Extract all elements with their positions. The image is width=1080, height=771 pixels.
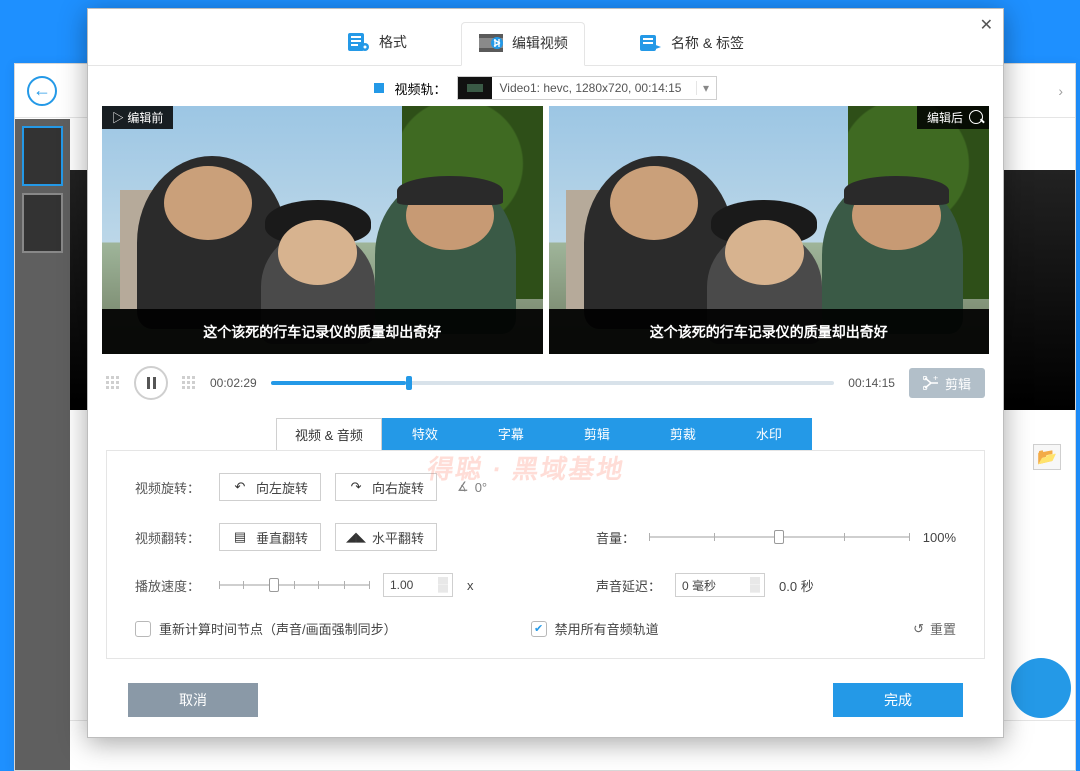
rotate-right-button[interactable]: ↷向右旋转 <box>335 473 437 501</box>
chevron-down-icon: ▾ <box>696 81 716 95</box>
volume-value: 100% <box>923 530 956 545</box>
checkbox-icon <box>531 621 547 637</box>
resync-checkbox[interactable]: 重新计算时间节点（声音/画面强制同步） <box>135 619 397 638</box>
svg-text:+: + <box>933 376 938 383</box>
tab-format-label: 格式 <box>379 32 407 52</box>
browse-icon[interactable]: 📂 <box>1033 444 1061 470</box>
cancel-button[interactable]: 取消 <box>128 683 258 717</box>
flip-vertical-button[interactable]: ▤垂直翻转 <box>219 523 321 551</box>
tab-name-tags[interactable]: 名称 & 标签 <box>623 23 760 65</box>
preview-before[interactable]: 这个该死的行车记录仪的质量却出奇好 ▷ 编辑前 <box>102 106 543 354</box>
subtab-watermark[interactable]: 水印 <box>726 418 812 450</box>
video-track-row: 视频轨： Video1: hevc, 1280x720, 00:14:15 ▾ <box>88 66 1003 106</box>
grip-icon[interactable] <box>106 376 120 390</box>
back-button[interactable]: ← <box>27 76 57 106</box>
flip-v-icon: ▤ <box>232 529 248 545</box>
subtab-trim[interactable]: 剪辑 <box>554 418 640 450</box>
slider-handle[interactable] <box>774 530 784 544</box>
tab-tags-label: 名称 & 标签 <box>671 33 744 53</box>
subtab-crop[interactable]: 剪裁 <box>640 418 726 450</box>
subtitle-text: 这个该死的行车记录仪的质量却出奇好 <box>203 322 441 342</box>
rotate-left-button[interactable]: ↶向左旋转 <box>219 473 321 501</box>
redo-icon: ↷ <box>348 479 364 495</box>
speed-slider[interactable] <box>219 584 369 586</box>
background-convert-button[interactable] <box>1011 658 1071 718</box>
pause-button[interactable] <box>134 366 168 400</box>
format-icon <box>347 31 371 53</box>
top-nav: 格式 编辑视频 名称 & 标签 <box>88 9 1003 66</box>
film-icon <box>478 33 504 53</box>
edit-video-dialog: ✕ 格式 编辑视频 名称 & 标签 视频轨： Video1: hevc, 128… <box>87 8 1004 738</box>
playback-bar: 00:02:29 00:14:15 + 剪辑 <box>88 354 1003 418</box>
tab-format[interactable]: 格式 <box>331 21 423 65</box>
mute-checkbox[interactable]: 禁用所有音频轨道 <box>531 619 659 638</box>
ok-button[interactable]: 完成 <box>833 683 963 717</box>
subtab-video-audio[interactable]: 视频 & 音频 <box>276 418 382 450</box>
badge-after: 编辑后 <box>917 106 989 129</box>
time-current: 00:02:29 <box>210 376 257 390</box>
subtitle-text: 这个该死的行车记录仪的质量却出奇好 <box>650 322 888 342</box>
track-value: Video1: hevc, 1280x720, 00:14:15 <box>492 81 696 95</box>
grip-icon[interactable] <box>182 376 196 390</box>
cut-button[interactable]: + 剪辑 <box>909 368 985 398</box>
flip-h-icon: ◢◣ <box>348 529 364 545</box>
track-select[interactable]: Video1: hevc, 1280x720, 00:14:15 ▾ <box>457 76 717 100</box>
tab-edit-label: 编辑视频 <box>512 33 568 53</box>
background-sidebar <box>15 119 70 770</box>
reset-button[interactable]: ↺ 重置 <box>913 619 956 638</box>
close-icon[interactable]: ✕ <box>980 15 993 35</box>
undo-icon: ↶ <box>232 479 248 495</box>
slider-handle[interactable] <box>269 578 279 592</box>
subtab-subtitle[interactable]: 字幕 <box>468 418 554 450</box>
reset-icon: ↺ <box>913 621 924 637</box>
subtab-effects[interactable]: 特效 <box>382 418 468 450</box>
badge-before: ▷ 编辑前 <box>102 106 173 129</box>
volume-label: 音量： <box>596 528 635 547</box>
speed-label: 播放速度： <box>135 576 205 595</box>
forward-icon: › <box>1058 83 1063 99</box>
delay-label: 声音延迟： <box>596 576 661 595</box>
stop-icon[interactable] <box>374 83 384 93</box>
flip-label: 视频翻转： <box>135 528 205 547</box>
time-total: 00:14:15 <box>848 376 895 390</box>
angle-display: ∡0° <box>457 479 487 495</box>
flip-horizontal-button[interactable]: ◢◣水平翻转 <box>335 523 437 551</box>
track-thumb <box>458 77 492 99</box>
scissors-icon: + <box>923 376 939 390</box>
delay-spinner[interactable]: 0 毫秒 <box>675 573 765 597</box>
cut-label: 剪辑 <box>945 374 971 393</box>
delay-output: 0.0 秒 <box>779 576 814 595</box>
track-label: 视频轨： <box>394 79 446 98</box>
video-audio-panel: 视频旋转： ↶向左旋转 ↷向右旋转 ∡0° 视频翻转： ▤垂直翻转 ◢◣水平翻转… <box>106 450 985 659</box>
seek-bar[interactable] <box>271 381 835 385</box>
rotate-label: 视频旋转： <box>135 478 205 497</box>
sub-tabs: 视频 & 音频 特效 字幕 剪辑 剪裁 水印 <box>106 418 985 450</box>
checkbox-icon <box>135 621 151 637</box>
angle-icon: ∡ <box>457 479 469 495</box>
seek-handle[interactable] <box>406 376 412 390</box>
tag-icon <box>639 33 663 53</box>
dialog-actions: 取消 完成 <box>88 673 1003 737</box>
speed-spinner[interactable]: 1.00 <box>383 573 453 597</box>
speed-unit: x <box>467 578 474 593</box>
preview-area: 这个该死的行车记录仪的质量却出奇好 ▷ 编辑前 这个该死的行车记录仪的质量却出奇… <box>102 106 989 354</box>
volume-slider[interactable] <box>649 536 909 538</box>
tab-edit-video[interactable]: 编辑视频 <box>461 22 585 66</box>
preview-after[interactable]: 这个该死的行车记录仪的质量却出奇好 编辑后 <box>549 106 990 354</box>
